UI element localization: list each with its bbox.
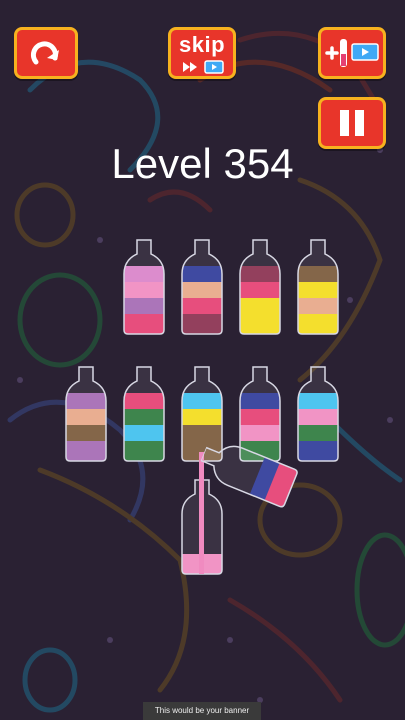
pouring-bottle[interactable]: [198, 430, 299, 520]
bottle-outline: [199, 445, 298, 508]
ad-banner: This would be your banner: [143, 702, 261, 720]
pour-stream: [199, 452, 204, 574]
